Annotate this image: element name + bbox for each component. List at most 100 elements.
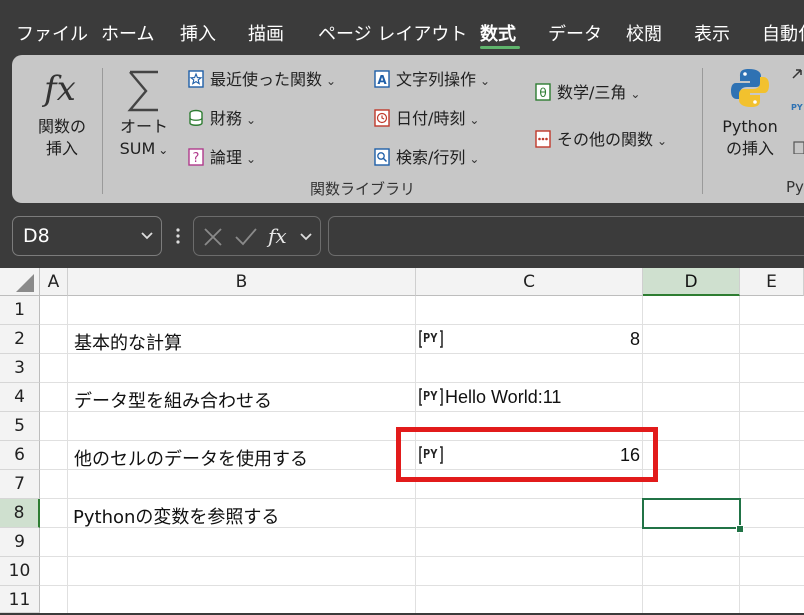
tab-review[interactable]: 校閲 [626,20,662,46]
insert-function-label-1: 関数の [37,117,86,136]
more-functions-label: その他の関数 [557,130,654,149]
selected-cell-d8[interactable] [642,498,741,529]
formula-actions: fx [193,216,321,256]
text-functions-button[interactable]: A 文字列操作 ⌄ [374,66,490,90]
math-trig-label: 数学/三角 [557,83,627,102]
recent-functions-button[interactable]: 最近使った関数 ⌄ [188,66,336,90]
check-icon[interactable] [234,226,258,248]
column-header-b[interactable]: B [68,268,416,296]
insert-function-label-2: 挿入 [45,139,78,158]
row-header-10[interactable]: 10 [0,557,40,586]
gridline [40,556,804,557]
cell-b2[interactable]: 基本的な計算 [74,329,182,355]
question-icon: ? [188,148,204,166]
tab-home[interactable]: ホーム [101,20,154,46]
chevron-down-icon: ⌄ [246,152,257,166]
cell-b8[interactable]: Pythonの変数を参照する [73,503,279,529]
column-header-e[interactable]: E [740,268,804,296]
py-badge: PY [423,389,438,403]
python-logo-icon [731,69,769,107]
tab-page-layout[interactable]: ページ レイアウト [318,20,467,46]
column-header-a[interactable]: A [40,268,68,296]
svg-text:A: A [377,73,387,87]
cell-c4[interactable]: PY Hello World:11 [416,383,642,411]
chevron-down-icon: ⌄ [246,113,257,127]
ribbon-separator [102,68,103,194]
fx-icon: fx [41,69,76,109]
formula-input[interactable] [328,216,804,256]
tab-automate[interactable]: 自動化 [762,20,804,46]
lookup-button[interactable]: 検索/行列 ⌄ [374,144,479,168]
sigma-icon [127,70,158,112]
row-header-7[interactable]: 7 [0,470,40,499]
autosum-button[interactable]: オート SUM ⌄ [112,64,176,164]
dots-icon [535,130,551,148]
row-header-4[interactable]: 4 [0,383,40,412]
tab-formulas[interactable]: 数式 [480,20,516,46]
cell-c4-value: Hello World:11 [445,387,562,407]
name-box-value: D8 [23,225,50,247]
cell-c2[interactable]: PY 8 [416,325,642,353]
chevron-down-icon [141,232,153,240]
recent-functions-label: 最近使った関数 [210,70,323,89]
date-time-button[interactable]: 日付/時刻 ⌄ [374,105,479,129]
theta-icon: θ [535,83,551,101]
row-header-6[interactable]: 6 [0,441,40,470]
chevron-down-icon: ⌄ [480,74,491,88]
column-header-d[interactable]: D [643,268,740,296]
financial-button[interactable]: 財務 ⌄ [188,105,256,129]
select-all-corner[interactable] [0,268,40,296]
text-a-icon: A [374,70,390,88]
row-header-1[interactable]: 1 [0,296,40,325]
column-header-c[interactable]: C [416,268,643,296]
svg-text:fx: fx [41,69,76,109]
function-library-group-label: 関数ライブラリ [310,180,416,198]
cell-c2-value: 8 [629,329,640,349]
gridline [67,296,68,613]
lookup-label: 検索/行列 [396,148,466,167]
spreadsheet-grid: A B C D E 1 2 3 4 5 6 7 8 9 10 11 基本的な計算… [0,268,804,613]
row-header-2[interactable]: 2 [0,325,40,354]
chevron-down-icon: ⌄ [469,152,480,166]
magnifier-icon [374,148,390,166]
star-icon [188,70,204,88]
tab-data[interactable]: データ [548,20,602,46]
logical-button[interactable]: ? 論理 ⌄ [188,144,256,168]
chevron-down-icon: ⌄ [158,143,169,157]
active-tab-indicator [480,46,520,49]
tab-view[interactable]: 表示 [694,20,730,46]
menu-bar: ファイル ホーム 挿入 描画 ページ レイアウト 数式 データ 校閲 表示 自動… [0,0,804,52]
row-header-8[interactable]: 8 [0,499,40,528]
row-header-3[interactable]: 3 [0,354,40,383]
cell-b4[interactable]: データ型を組み合わせる [74,387,272,413]
math-trig-button[interactable]: θ 数学/三角 ⌄ [535,79,640,103]
cancel-icon[interactable] [202,226,224,248]
row-header-9[interactable]: 9 [0,528,40,557]
more-functions-button[interactable]: その他の関数 ⌄ [535,126,667,150]
python-tools-icon[interactable]: PY [791,64,804,154]
svg-text:fx: fx [266,224,287,248]
gridline [40,585,804,586]
insert-function-button[interactable]: fx 関数の 挿入 [30,64,94,164]
insert-python-button[interactable]: Python の挿入 [714,64,786,164]
tab-insert[interactable]: 挿入 [180,20,216,46]
tab-file[interactable]: ファイル [16,20,88,46]
row-header-11[interactable]: 11 [0,586,40,613]
cell-b6[interactable]: 他のセルのデータを使用する [74,445,308,471]
fill-handle[interactable] [736,525,744,533]
chevron-down-icon: ⌄ [326,74,337,88]
tab-draw[interactable]: 描画 [248,20,284,46]
date-time-label: 日付/時刻 [396,109,466,128]
row-header-5[interactable]: 5 [0,412,40,441]
fx-icon[interactable]: fx [266,223,296,249]
highlight-box [396,427,658,482]
chevron-down-icon[interactable] [298,228,314,244]
name-box[interactable]: D8 [12,216,162,256]
python-group-label: Py [786,178,804,196]
py-badge: PY [423,331,438,345]
more-options-icon[interactable] [174,226,182,246]
ribbon-separator [702,68,703,194]
text-functions-label: 文字列操作 [396,70,477,89]
svg-text:θ: θ [539,86,546,100]
clock-icon [374,109,390,127]
